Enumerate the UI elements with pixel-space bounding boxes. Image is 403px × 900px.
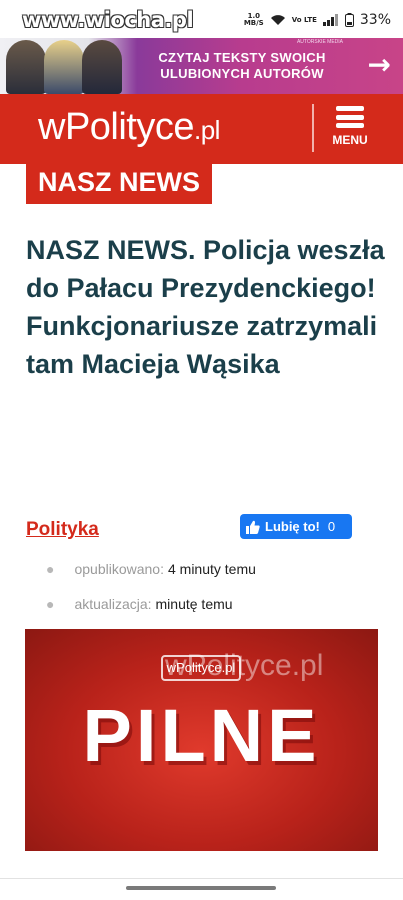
ad-line-1: CZYTAJ TEKSTY SWOICH <box>158 50 326 65</box>
updated-value: minutę temu <box>155 596 233 612</box>
updated-row: ● aktualizacja: minutę temu <box>46 596 233 612</box>
section-link[interactable]: Polityka <box>26 519 99 541</box>
hamburger-icon <box>336 106 364 128</box>
published-label: opublikowano: <box>74 561 164 577</box>
ad-brand-label: AUTORSKIE MEDIA <box>296 39 343 45</box>
network-speed: 1.0 MB/S <box>244 13 264 27</box>
like-label: Lubię to! <box>265 519 320 534</box>
bottom-divider <box>0 878 403 879</box>
thumbs-up-icon <box>246 520 260 534</box>
site-watermark: www.wiocha.pl <box>22 8 194 32</box>
menu-button[interactable]: MENU <box>322 102 378 156</box>
header-divider <box>312 104 314 152</box>
ad-authors-photo <box>6 38 126 94</box>
facebook-like-button[interactable]: Lubię to! 0 <box>240 514 352 539</box>
ad-text: CZYTAJ TEKSTY SWOICH ULUBIONYCH AUTORÓW <box>132 50 352 82</box>
arrow-right-icon[interactable]: → <box>368 50 391 80</box>
updated-label: aktualizacja: <box>74 596 152 612</box>
battery-level: 33% <box>359 12 391 28</box>
image-text: PILNE <box>82 694 321 777</box>
category-badge[interactable]: NASZ NEWS <box>26 160 212 204</box>
menu-label: MENU <box>332 133 368 147</box>
bullet-icon: ● <box>46 561 55 577</box>
volte-indicator: Vo LTE <box>291 15 317 24</box>
ad-banner[interactable]: AUTORSKIE MEDIA CZYTAJ TEKSTY SWOICH ULU… <box>0 38 403 94</box>
image-logo-box: wPolityce.pl <box>161 655 241 681</box>
site-header: wPolityce.pl MENU <box>0 94 403 164</box>
network-speed-unit: MB/S <box>243 19 264 27</box>
article-image[interactable]: wPolityce.pl wPolityce.pl PILNE <box>25 629 378 851</box>
wifi-icon <box>270 15 285 25</box>
gesture-navigation-bar[interactable] <box>126 886 276 890</box>
site-logo[interactable]: wPolityce.pl <box>38 106 220 149</box>
battery-icon <box>344 13 354 27</box>
author-photo <box>6 40 46 94</box>
author-photo <box>82 40 122 94</box>
bullet-icon: ● <box>46 596 55 612</box>
article-title: NASZ NEWS. Policja weszła do Pałacu Prez… <box>26 235 385 379</box>
signal-icon <box>322 14 338 26</box>
published-row: ● opublikowano: 4 minuty temu <box>46 561 256 577</box>
like-count: 0 <box>327 519 336 534</box>
author-photo <box>44 40 84 94</box>
logo-main: wPolityce <box>38 106 195 148</box>
status-bar: www.wiocha.pl 1.0 MB/S Vo LTE 33% <box>0 0 403 38</box>
published-value: 4 minuty temu <box>167 561 256 577</box>
logo-suffix: .pl <box>194 115 220 145</box>
ad-line-2: ULUBIONYCH AUTORÓW <box>160 66 324 81</box>
status-icons: 1.0 MB/S Vo LTE 33% <box>244 12 391 28</box>
